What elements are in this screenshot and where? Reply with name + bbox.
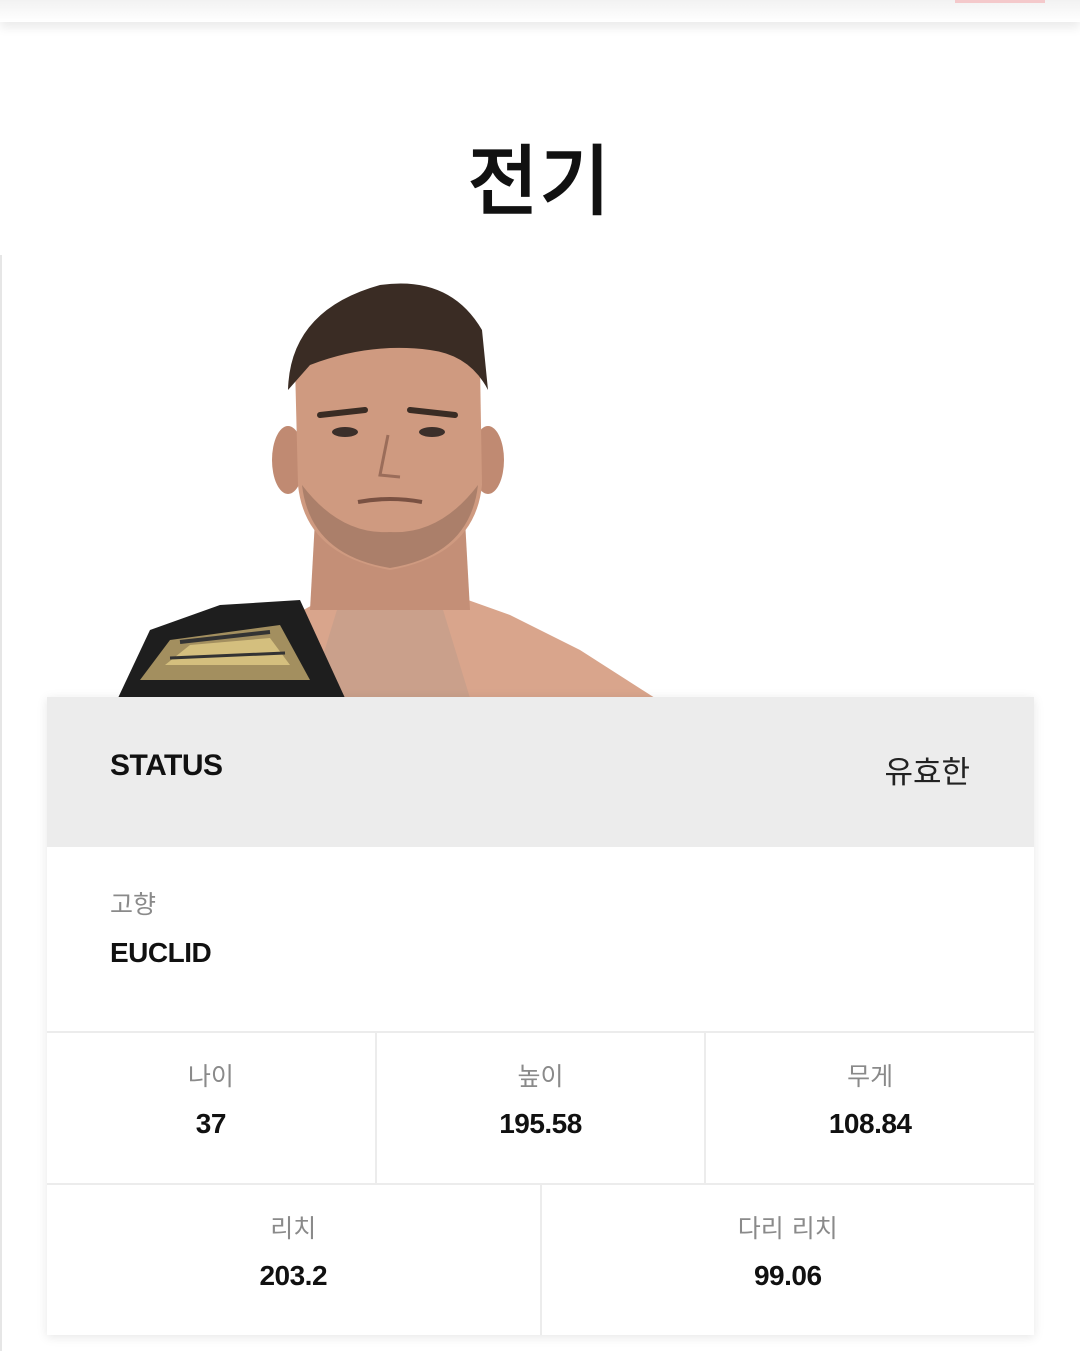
page-divider — [0, 255, 2, 1351]
stat-leg-reach-label: 다리 리치 — [737, 1214, 838, 1243]
stat-weight: 무게 108.84 — [706, 1033, 1034, 1183]
bio-stats-card: STATUS 유효한 고향 EUCLID 나이 37 높이 195.58 무게 … — [47, 697, 1034, 1335]
hometown-value: EUCLID — [110, 937, 212, 968]
hometown-label: 고향 — [110, 890, 157, 919]
stat-leg-reach: 다리 리치 99.06 — [542, 1185, 1035, 1335]
stat-age: 나이 37 — [47, 1033, 377, 1183]
stat-height-value: 195.58 — [499, 1108, 582, 1139]
stats-row-primary: 나이 37 높이 195.58 무게 108.84 — [47, 1033, 1034, 1185]
stat-height: 높이 195.58 — [377, 1033, 707, 1183]
stat-weight-value: 108.84 — [828, 1108, 912, 1139]
hometown-section: 고향 EUCLID — [47, 847, 1034, 1033]
stat-reach-label: 리치 — [270, 1214, 317, 1243]
stat-age-label: 나이 — [187, 1062, 234, 1091]
stats-row-secondary: 리치 203.2 다리 리치 99.06 — [47, 1185, 1034, 1335]
stat-leg-reach-value: 99.06 — [753, 1260, 822, 1291]
status-value: 유효한 — [884, 755, 970, 791]
page-title: 전기 — [468, 137, 612, 226]
top-nav-accent — [955, 0, 1045, 3]
stat-weight-label: 무게 — [847, 1062, 894, 1091]
top-nav-bar — [0, 0, 1080, 22]
stat-height-label: 높이 — [517, 1062, 564, 1091]
status-row: STATUS 유효한 — [47, 697, 1034, 847]
stat-reach: 리치 203.2 — [47, 1185, 542, 1335]
stat-reach-value: 203.2 — [259, 1260, 328, 1291]
status-label: STATUS — [110, 749, 223, 782]
fighter-portrait — [118, 283, 655, 698]
stat-age-value: 37 — [195, 1108, 227, 1139]
